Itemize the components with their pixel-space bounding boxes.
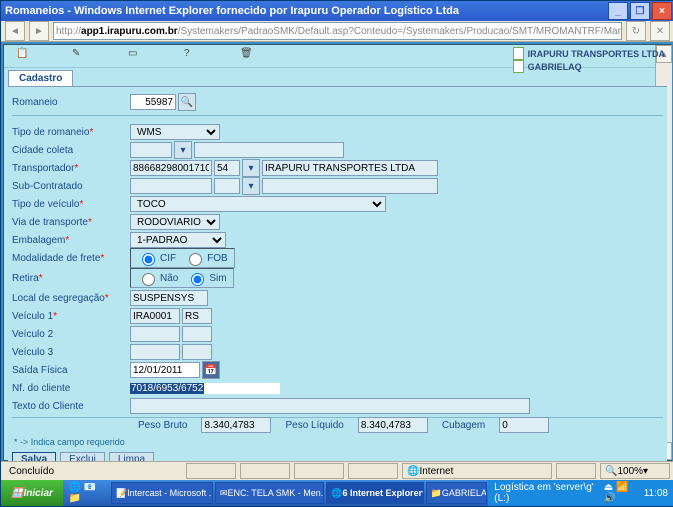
- local-segregacao-input[interactable]: [130, 290, 208, 306]
- window-titlebar: Romaneios - Windows Internet Explorer fo…: [1, 1, 673, 21]
- totals-row: Peso Bruto Peso Líquido Cubagem: [138, 417, 659, 433]
- sub-contratado-seq-input[interactable]: [214, 178, 240, 194]
- sub-contratado-lookup-button[interactable]: ▾: [242, 177, 260, 195]
- system-tray: Logística em 'server\g' (L:) ⏏ 📶 🔊 11:08: [488, 480, 673, 506]
- veiculo2-uf-input[interactable]: [182, 326, 212, 342]
- start-button[interactable]: 🪟 Iniciar: [1, 480, 63, 506]
- cubagem-input: [499, 417, 549, 433]
- cidade-lookup-button[interactable]: ▾: [174, 141, 192, 159]
- peso-liquido-input: [358, 417, 428, 433]
- modalidade-frete-group: CIF FOB: [130, 248, 235, 268]
- transportador-lookup-button[interactable]: ▾: [242, 159, 260, 177]
- veiculo1-uf-input[interactable]: [182, 308, 212, 324]
- saida-fisica-input[interactable]: [130, 362, 200, 378]
- paste-icon[interactable]: 📋: [16, 48, 32, 64]
- transportador-seq-input[interactable]: [214, 160, 240, 176]
- tray-icons[interactable]: ⏏ 📶 🔊: [604, 482, 640, 504]
- url-field[interactable]: http://app1.irapuru.com.br/Systemakers/P…: [53, 22, 622, 40]
- zone-internet: 🌐 Internet: [402, 463, 552, 479]
- sub-contratado-cod-input[interactable]: [130, 178, 212, 194]
- taskbar-item[interactable]: 📁 GABRIELA: [426, 482, 488, 504]
- tray-text: Logística em 'server\g' (L:): [494, 482, 599, 504]
- label-tipo-romaneio: Tipo de romaneio*: [12, 127, 130, 138]
- refresh-button[interactable]: ↻: [626, 21, 646, 41]
- cidade-coleta-input[interactable]: [130, 142, 172, 158]
- retira-group: Não Sim: [130, 268, 234, 288]
- sub-contratado-nome: [262, 178, 438, 194]
- label-veiculo2: Veículo 2: [12, 329, 130, 340]
- help-icon[interactable]: ?: [184, 48, 200, 64]
- nf-cliente-input[interactable]: 7018/6953/6752: [130, 383, 280, 394]
- label-transportador: Transportador*: [12, 163, 130, 174]
- via-transporte-select[interactable]: RODOVIARIO: [130, 214, 220, 230]
- forward-button[interactable]: ►: [29, 21, 49, 41]
- maximize-button[interactable]: ❐: [630, 2, 650, 20]
- status-text: Concluído: [5, 464, 182, 478]
- embalagem-select[interactable]: 1-PADRAO: [130, 232, 226, 248]
- cidade-coleta-desc[interactable]: [194, 142, 344, 158]
- label-saida-fisica: Saída Física: [12, 365, 130, 376]
- veiculo1-placa-input[interactable]: [130, 308, 180, 324]
- taskbar-item[interactable]: 📝 Intercast - Microsoft ...: [111, 482, 213, 504]
- label-veiculo1: Veículo 1*: [12, 311, 130, 322]
- peso-bruto-input: [201, 417, 271, 433]
- form-panel: Romaneio 🔍 Tipo de romaneio* WMS Cidade …: [8, 86, 667, 461]
- zoom-control[interactable]: 🔍 100% ▾: [600, 463, 670, 479]
- label-modalidade-frete: Modalidade de frete*: [12, 253, 130, 264]
- radio-fob[interactable]: FOB: [184, 250, 228, 266]
- transportador-cod-input[interactable]: [130, 160, 212, 176]
- label-tipo-veiculo: Tipo de veículo*: [12, 199, 130, 210]
- date-picker-button[interactable]: 📅: [202, 361, 220, 379]
- windows-taskbar: 🪟 Iniciar 🌐 📧 📁 📝 Intercast - Microsoft …: [1, 480, 673, 506]
- required-hint: * -> Indica campo requerido: [14, 437, 125, 447]
- protected-mode-toggle[interactable]: [556, 463, 596, 479]
- taskbar-item-active[interactable]: 🌐 6 Internet Explorer ▾: [326, 482, 423, 504]
- address-bar: ◄ ► http://app1.irapuru.com.br/Systemake…: [1, 21, 673, 42]
- romaneio-lookup-button[interactable]: 🔍: [178, 93, 196, 111]
- label-embalagem: Embalagem*: [12, 235, 130, 246]
- veiculo3-placa-input[interactable]: [130, 344, 180, 360]
- stop-button[interactable]: ✕: [650, 21, 670, 41]
- delete-button[interactable]: Exclui: [60, 452, 105, 461]
- label-retira: Retira*: [12, 273, 130, 284]
- label-sub-contratado: Sub-Contratado: [12, 181, 130, 192]
- taskbar-item[interactable]: ✉ ENC: TELA SMK - Men...: [215, 482, 324, 504]
- session-info: IRAPURU TRANSPORTES LTDA GABRIELAQ: [513, 47, 665, 73]
- save-button[interactable]: Salva: [12, 452, 56, 461]
- radio-cif[interactable]: CIF: [137, 250, 176, 266]
- label-local-segregacao: Local de segregação*: [12, 293, 130, 304]
- minimize-button[interactable]: _: [608, 2, 628, 20]
- close-button[interactable]: ×: [652, 2, 672, 20]
- tipo-veiculo-select[interactable]: TOCO: [130, 196, 386, 212]
- doc-icon: [513, 60, 524, 73]
- delete-icon[interactable]: 🗑: [240, 48, 256, 64]
- label-nf-cliente: Nf. do cliente: [12, 383, 130, 394]
- label-peso-liquido: Peso Líquido: [285, 420, 343, 431]
- ie-statusbar: Concluído 🌐 Internet 🔍 100% ▾: [1, 461, 673, 480]
- radio-nao[interactable]: Não: [137, 270, 178, 286]
- clock: 11:08: [644, 488, 668, 499]
- doc-icon: [513, 47, 524, 60]
- veiculo3-uf-input[interactable]: [182, 344, 212, 360]
- tipo-romaneio-select[interactable]: WMS: [130, 124, 220, 140]
- label-romaneio: Romaneio: [12, 97, 130, 108]
- label-cidade-coleta: Cidade coleta: [12, 145, 130, 156]
- blank-icon[interactable]: ▭: [128, 48, 144, 64]
- romaneio-input[interactable]: [130, 94, 176, 110]
- texto-cliente-input[interactable]: [130, 398, 530, 414]
- clear-button[interactable]: Limpa: [109, 452, 154, 461]
- label-veiculo3: Veículo 3: [12, 347, 130, 358]
- veiculo2-placa-input[interactable]: [130, 326, 180, 342]
- back-button[interactable]: ◄: [5, 21, 25, 41]
- label-peso-bruto: Peso Bruto: [138, 420, 187, 431]
- window-title: Romaneios - Windows Internet Explorer fo…: [5, 5, 459, 17]
- label-via-transporte: Via de transporte*: [12, 217, 130, 228]
- radio-sim[interactable]: Sim: [186, 270, 226, 286]
- transportador-nome: [262, 160, 438, 176]
- label-cubagem: Cubagem: [442, 420, 485, 431]
- edit-icon[interactable]: ✎: [72, 48, 88, 64]
- tab-cadastro[interactable]: Cadastro: [8, 70, 73, 86]
- label-texto-cliente: Texto do Cliente: [12, 401, 130, 412]
